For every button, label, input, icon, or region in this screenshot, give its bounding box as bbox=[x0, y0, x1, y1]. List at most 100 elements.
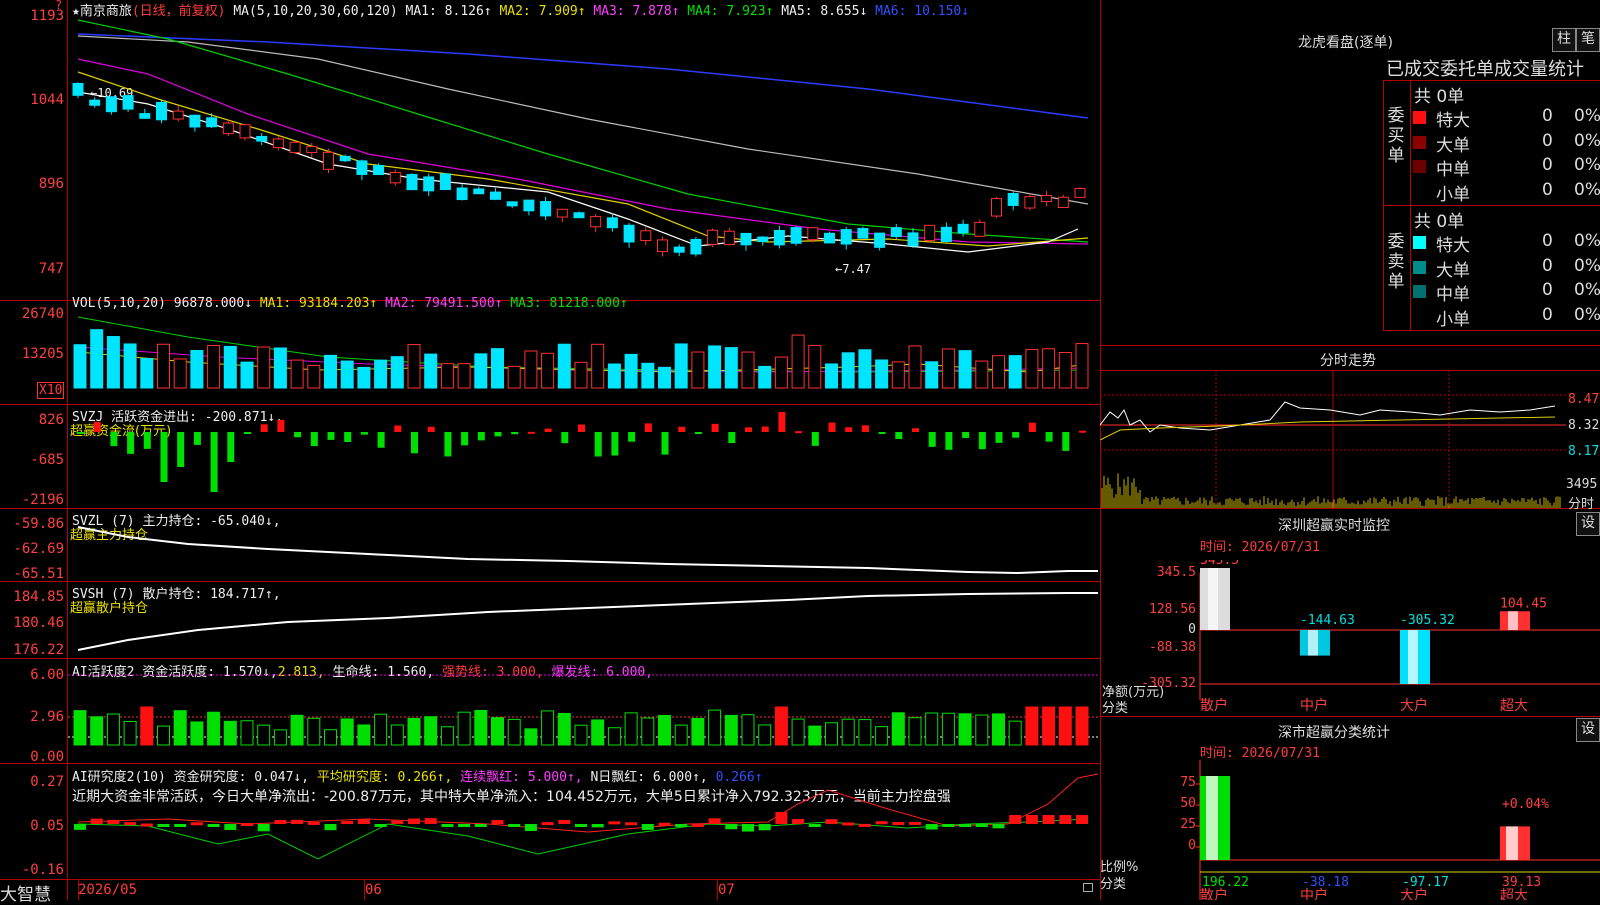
pen-button[interactable]: 笔 bbox=[1576, 28, 1600, 52]
activity-bar bbox=[808, 725, 822, 746]
monitor-category: 大户 bbox=[1400, 697, 1428, 714]
flow-bar bbox=[93, 421, 101, 432]
intraday-tick: 8.32 bbox=[1568, 418, 1600, 433]
fund-flow-chart[interactable] bbox=[68, 405, 1100, 508]
candle bbox=[857, 228, 869, 239]
candlestick-chart[interactable] bbox=[68, 14, 1100, 300]
order-percent: 0% bbox=[1574, 255, 1600, 276]
research-bar bbox=[641, 824, 654, 830]
flow-bar bbox=[828, 422, 836, 432]
research-bar bbox=[1076, 815, 1088, 824]
monitor-bar-label: -305.32 bbox=[1400, 613, 1455, 628]
activity-bar bbox=[607, 727, 621, 746]
activity-bar bbox=[1042, 706, 1056, 746]
research-bar bbox=[959, 824, 972, 828]
candle bbox=[757, 236, 769, 243]
activity-bar bbox=[307, 717, 321, 746]
classify-bar-highlight bbox=[1206, 776, 1218, 860]
flow-bar bbox=[77, 432, 84, 434]
volume-chart[interactable] bbox=[68, 312, 1100, 404]
order-color-swatch bbox=[1413, 135, 1426, 149]
activity-bar bbox=[992, 713, 1005, 746]
activity-bar bbox=[875, 726, 889, 746]
candle bbox=[673, 246, 685, 253]
activity-chart[interactable] bbox=[68, 659, 1100, 763]
candle bbox=[156, 101, 167, 121]
activity-bar bbox=[975, 714, 989, 746]
flow-bar bbox=[945, 432, 953, 450]
volume-bar bbox=[658, 366, 671, 389]
monitor-settings-button[interactable]: 设 bbox=[1576, 512, 1600, 536]
volume-bar bbox=[875, 359, 889, 389]
research-bar bbox=[725, 824, 738, 830]
intraday-tick: 8.17 bbox=[1568, 444, 1600, 459]
order-type-label: 特大 bbox=[1436, 111, 1470, 131]
flow-bar bbox=[962, 432, 970, 438]
volume-bar bbox=[641, 362, 655, 389]
volume-bar bbox=[541, 352, 555, 389]
volume-bar bbox=[908, 345, 922, 389]
monitor-bar-highlight bbox=[1508, 611, 1518, 630]
research-bar bbox=[575, 824, 587, 828]
research-bar bbox=[458, 824, 471, 827]
flow-bar bbox=[761, 426, 769, 432]
main-holding-chart[interactable] bbox=[68, 509, 1100, 581]
candle bbox=[657, 239, 668, 253]
flow-bar bbox=[845, 427, 853, 432]
volume-bar bbox=[557, 343, 571, 389]
flow-bar bbox=[561, 432, 569, 444]
monitor-chart[interactable]: 345.5 散户 -144.63 中户 -305.32 大户 104.45 超大 bbox=[1100, 560, 1600, 715]
flow-bar bbox=[461, 432, 469, 446]
activity-bar bbox=[123, 720, 137, 746]
candle bbox=[139, 113, 151, 119]
order-color-swatch bbox=[1413, 111, 1426, 124]
activity-bar bbox=[1025, 706, 1039, 746]
volume-bar bbox=[140, 358, 154, 389]
volume-bar bbox=[841, 352, 855, 389]
research-bar bbox=[441, 824, 454, 827]
retail-holding-chart[interactable] bbox=[68, 582, 1100, 658]
research-bar bbox=[224, 824, 237, 830]
classify-chart[interactable]: 7550250196.22散户-38.18中户-97.17大户39.13超大+0… bbox=[1100, 760, 1600, 900]
pillar-button[interactable]: 柱 bbox=[1552, 28, 1576, 52]
classify-bar-highlight bbox=[1506, 826, 1518, 860]
candle bbox=[807, 227, 819, 241]
lock-icon[interactable] bbox=[1083, 883, 1093, 892]
flow-bar bbox=[728, 432, 736, 444]
activity-bar bbox=[891, 712, 905, 746]
order-type-label: 中单 bbox=[1436, 285, 1470, 305]
candle bbox=[456, 187, 468, 201]
y-tick: 1044 bbox=[30, 92, 64, 108]
activity-bar bbox=[624, 712, 638, 746]
order-color-swatch bbox=[1413, 236, 1426, 249]
research-bar bbox=[758, 824, 771, 831]
intraday-chart[interactable] bbox=[1100, 370, 1566, 508]
order-percent: 0% bbox=[1574, 106, 1600, 126]
candle bbox=[773, 229, 785, 246]
classify-category: 大户 bbox=[1400, 887, 1428, 900]
y-tick: 180.46 bbox=[13, 615, 64, 631]
date-label: 06 bbox=[365, 882, 382, 898]
research-bar bbox=[508, 824, 521, 827]
research-bar bbox=[257, 824, 270, 832]
y-tick: -62.69 bbox=[13, 541, 64, 557]
volume-bar bbox=[741, 351, 755, 389]
classify-settings-button[interactable]: 设 bbox=[1576, 718, 1600, 742]
candle bbox=[890, 227, 902, 238]
date-label: 07 bbox=[718, 882, 735, 898]
order-color-swatch bbox=[1413, 260, 1426, 274]
flow-bar bbox=[143, 432, 151, 449]
research-bar bbox=[975, 824, 988, 827]
research-bar bbox=[792, 819, 805, 824]
candle bbox=[590, 216, 602, 228]
activity-bar bbox=[273, 729, 287, 746]
research-chart[interactable] bbox=[68, 764, 1100, 879]
candle bbox=[206, 117, 218, 128]
activity-bar bbox=[190, 721, 204, 746]
candle-series bbox=[72, 82, 1086, 257]
research-bar bbox=[825, 819, 838, 824]
y-tick: 0.27 bbox=[30, 774, 64, 790]
monitor-bar-highlight bbox=[1408, 630, 1418, 684]
flow-bar bbox=[1079, 430, 1086, 433]
activity-bar bbox=[474, 709, 488, 746]
